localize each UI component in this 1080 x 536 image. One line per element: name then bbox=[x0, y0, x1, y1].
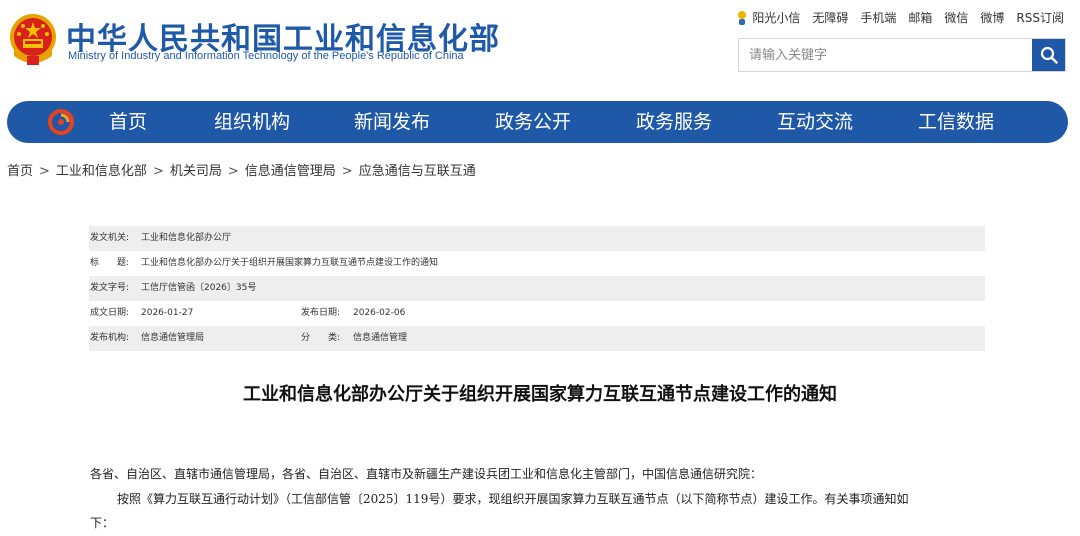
article-paragraph: 按照《算力互联互通行动计划》（工信部信管〔2025〕119号）要求，现组织开展国… bbox=[117, 492, 909, 506]
top-link-weibo[interactable]: 微博 bbox=[980, 9, 1004, 26]
meta-row-issuer: 发文机关: 工业和信息化部办公厅 bbox=[89, 226, 985, 251]
article-title: 工业和信息化部办公厅关于组织开展国家算力互联互通节点建设工作的通知 bbox=[243, 384, 837, 405]
mascot-icon bbox=[738, 10, 747, 25]
meta-label: 成文日期: bbox=[90, 308, 130, 318]
nav-item-interaction[interactable]: 互动交流 bbox=[777, 101, 853, 143]
meta-label: 发布机构: bbox=[90, 333, 130, 343]
breadcrumb-item-home[interactable]: 首页 bbox=[7, 164, 33, 179]
meta-label: 标 题: bbox=[90, 258, 130, 268]
breadcrumb: 首页 > 工业和信息化部 > 机关司局 > 信息通信管理局 > 应急通信与互联互通 bbox=[7, 160, 476, 179]
breadcrumb-separator: > bbox=[341, 164, 353, 179]
miit-logo-icon[interactable] bbox=[47, 109, 75, 135]
nav-item-home[interactable]: 首页 bbox=[109, 101, 147, 143]
site-subtitle: Ministry of Industry and Information Tec… bbox=[68, 50, 464, 62]
breadcrumb-separator: > bbox=[39, 164, 50, 179]
top-link-mobile[interactable]: 手机端 bbox=[860, 9, 896, 26]
top-link-label: 阳光小信 bbox=[752, 11, 801, 25]
nav-item-data[interactable]: 工信数据 bbox=[918, 101, 994, 143]
meta-value-org: 信息通信管理局 bbox=[141, 333, 205, 343]
nav-item-news[interactable]: 新闻发布 bbox=[354, 101, 430, 143]
meta-value-category: 信息通信管理 bbox=[353, 333, 408, 343]
breadcrumb-item-ministry[interactable]: 工业和信息化部 bbox=[56, 164, 147, 179]
article-recipients: 各省、自治区、直辖市通信管理局，各省、自治区、直辖市及新疆生产建设兵团工业和信息… bbox=[90, 467, 763, 481]
meta-label: 分 类: bbox=[301, 333, 341, 343]
article-paragraph-continuation: 下： bbox=[90, 516, 115, 530]
top-link-email[interactable]: 邮箱 bbox=[908, 9, 932, 26]
search-icon bbox=[1040, 46, 1058, 64]
document-meta-table: 发文机关: 工业和信息化部办公厅 标 题: 工业和信息化部办公厅关于组织开展国家… bbox=[89, 226, 985, 351]
meta-value-issuer: 工业和信息化部办公厅 bbox=[141, 233, 232, 243]
search-input[interactable] bbox=[739, 39, 1033, 71]
breadcrumb-item-bureau[interactable]: 信息通信管理局 bbox=[245, 164, 336, 179]
meta-value-published: 2026-02-06 bbox=[353, 308, 406, 318]
nav-item-organization[interactable]: 组织机构 bbox=[214, 101, 290, 143]
meta-row-dates: 成文日期: 2026-01-27 发布日期: 2026-02-06 bbox=[89, 301, 985, 326]
breadcrumb-separator: > bbox=[152, 164, 164, 179]
top-link-wechat[interactable]: 微信 bbox=[944, 9, 968, 26]
top-link-sunshine[interactable]: 阳光小信 bbox=[736, 9, 800, 26]
meta-label: 发文字号: bbox=[90, 283, 130, 293]
site-header: 中华人民共和国工业和信息化部 Ministry of Industry and … bbox=[0, 0, 1080, 96]
top-link-accessibility[interactable]: 无障碍 bbox=[812, 9, 848, 26]
breadcrumb-item-departments[interactable]: 机关司局 bbox=[170, 164, 222, 179]
search-button[interactable] bbox=[1032, 39, 1065, 71]
nav-item-gov-affairs[interactable]: 政务公开 bbox=[495, 101, 571, 143]
nav-item-gov-services[interactable]: 政务服务 bbox=[636, 101, 712, 143]
meta-value-created: 2026-01-27 bbox=[141, 308, 194, 318]
meta-value-doc-number: 工信厅信管函〔2026〕35号 bbox=[141, 283, 257, 293]
meta-label: 发布日期: bbox=[301, 308, 341, 318]
national-emblem-logo[interactable] bbox=[8, 12, 58, 68]
meta-row-doc-number: 发文字号: 工信厅信管函〔2026〕35号 bbox=[89, 276, 985, 301]
main-nav: 首页 组织机构 新闻发布 政务公开 政务服务 互动交流 工信数据 bbox=[7, 101, 1068, 143]
meta-row-org: 发布机构: 信息通信管理局 分 类: 信息通信管理 bbox=[89, 326, 985, 351]
top-links: 阳光小信 无障碍 手机端 邮箱 微信 微博 RSS订阅 bbox=[736, 9, 1064, 26]
meta-label: 发文机关: bbox=[90, 233, 130, 243]
meta-row-title: 标 题: 工业和信息化部办公厅关于组织开展国家算力互联互通节点建设工作的通知 bbox=[89, 251, 985, 276]
breadcrumb-item-current[interactable]: 应急通信与互联互通 bbox=[359, 164, 476, 179]
top-link-rss[interactable]: RSS订阅 bbox=[1016, 9, 1064, 26]
search-box bbox=[738, 38, 1066, 72]
meta-value-title: 工业和信息化部办公厅关于组织开展国家算力互联互通节点建设工作的通知 bbox=[141, 258, 439, 268]
breadcrumb-separator: > bbox=[227, 164, 239, 179]
